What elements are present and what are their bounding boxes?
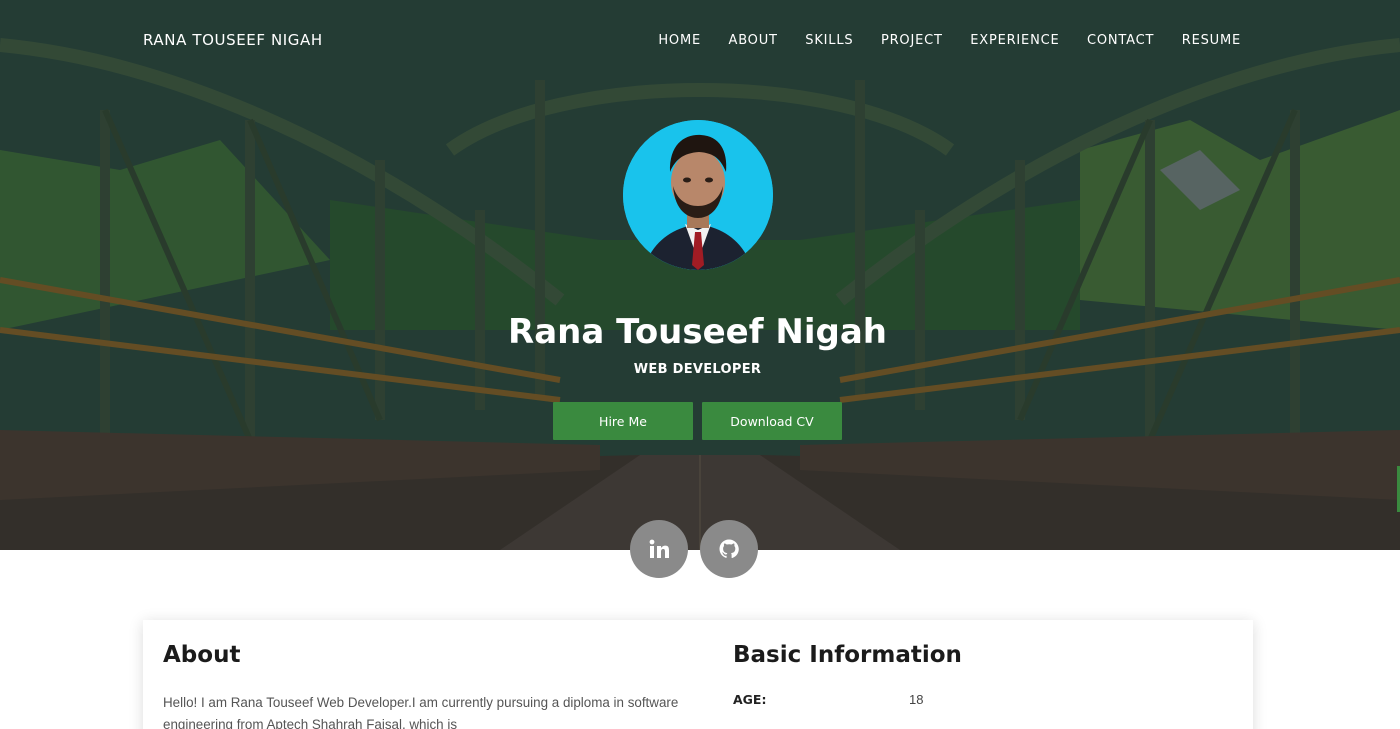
hero-name: Rana Touseef Nigah bbox=[508, 312, 887, 352]
profile-avatar bbox=[623, 120, 773, 270]
nav-link-experience[interactable]: EXPERIENCE bbox=[970, 33, 1059, 48]
about-card: About Hello! I am Rana Touseef Web Devel… bbox=[143, 620, 1253, 729]
age-label: AGE: bbox=[733, 692, 767, 707]
main-nav: HOME ABOUT SKILLS PROJECT EXPERIENCE CON… bbox=[631, 33, 1241, 48]
github-link[interactable] bbox=[700, 520, 758, 578]
about-heading: About bbox=[163, 642, 241, 668]
nav-link-project[interactable]: PROJECT bbox=[881, 33, 943, 48]
hero-overlay bbox=[0, 0, 1400, 550]
nav-link-resume[interactable]: RESUME bbox=[1182, 33, 1241, 48]
linkedin-icon bbox=[649, 539, 669, 558]
hero-section: RANA TOUSEEF NIGAH HOME ABOUT SKILLS PRO… bbox=[0, 0, 1400, 550]
download-cv-button[interactable]: Download CV bbox=[702, 402, 842, 440]
profile-photo bbox=[623, 120, 773, 270]
hire-me-button[interactable]: Hire Me bbox=[553, 402, 693, 440]
basic-info-heading: Basic Information bbox=[733, 642, 962, 668]
age-value: 18 bbox=[909, 692, 924, 707]
brand-logo[interactable]: RANA TOUSEEF NIGAH bbox=[143, 31, 323, 49]
linkedin-link[interactable] bbox=[630, 520, 688, 578]
nav-link-home[interactable]: HOME bbox=[658, 33, 701, 48]
nav-link-about[interactable]: ABOUT bbox=[729, 33, 778, 48]
nav-link-contact[interactable]: CONTACT bbox=[1087, 33, 1154, 48]
hero-role: WEB DEVELOPER bbox=[633, 362, 762, 377]
about-text: Hello! I am Rana Touseef Web Developer.I… bbox=[163, 695, 679, 729]
github-icon bbox=[719, 539, 739, 559]
nav-link-skills[interactable]: SKILLS bbox=[805, 33, 853, 48]
